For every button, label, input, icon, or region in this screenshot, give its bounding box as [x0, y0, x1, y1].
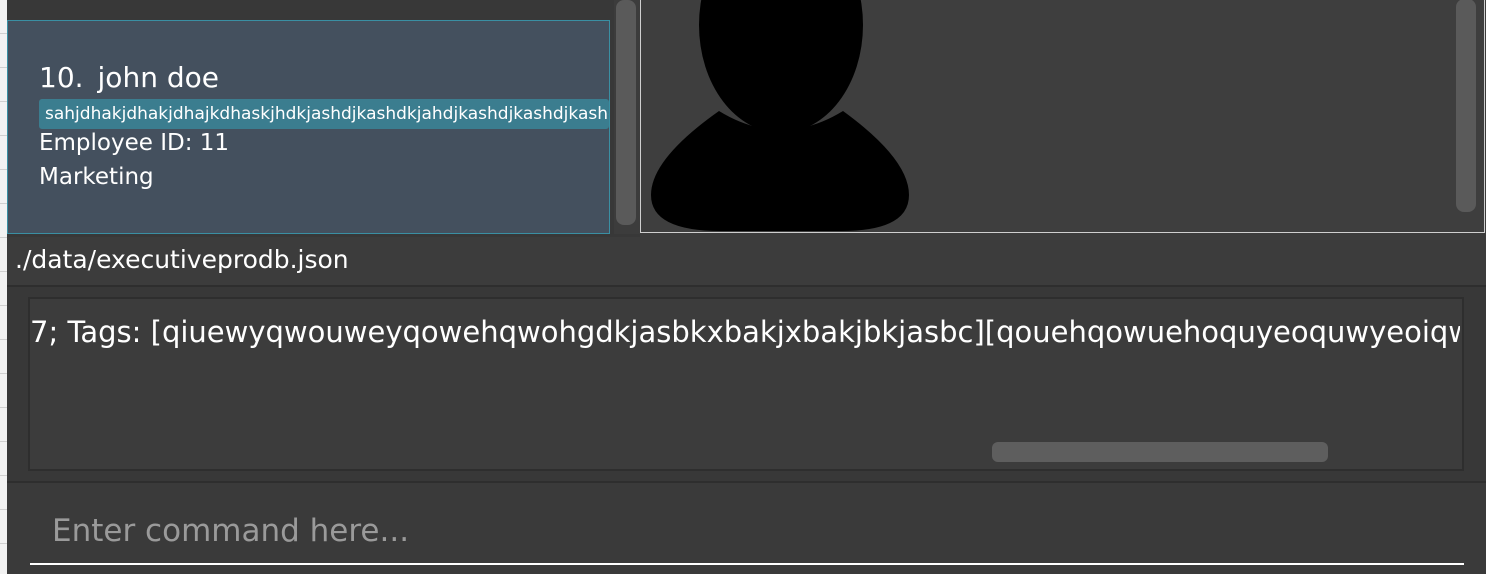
- background-window-edge: [0, 0, 7, 574]
- person-card-title: 10. john doe: [39, 61, 219, 94]
- detail-scrollbar-thumb[interactable]: [1456, 0, 1476, 212]
- status-bar: ./data/executiveprodb.json: [7, 237, 1486, 285]
- person-list-panel: 10. john doe sahjdhakjdhakjdhajkdhaskjhdk…: [7, 0, 640, 237]
- command-box-panel: [7, 483, 1486, 574]
- command-input[interactable]: [30, 499, 1464, 565]
- app-window: 10. john doe sahjdhakjdhakjdhajkdhaskjhdk…: [7, 0, 1486, 574]
- person-employee-id: Employee ID: 11: [39, 130, 230, 156]
- person-index: 10.: [39, 61, 84, 94]
- person-card[interactable]: 10. john doe sahjdhakjdhakjdhajkdhaskjhdk…: [7, 20, 610, 234]
- result-horizontal-scrollbar-thumb[interactable]: [992, 442, 1328, 462]
- person-name: john doe: [97, 61, 219, 94]
- person-silhouette-icon: [651, 0, 909, 231]
- person-detail-panel: [640, 0, 1485, 233]
- person-department: Marketing: [39, 164, 154, 190]
- result-display-panel: 7; Tags: [qiuewyqwouweyqowehqwohgdkjasbk…: [7, 285, 1486, 483]
- person-list-scrollbar-thumb[interactable]: [616, 0, 636, 225]
- result-display-box[interactable]: 7; Tags: [qiuewyqwouweyqowehqwohgdkjasbk…: [28, 297, 1464, 471]
- person-tag: sahjdhakjdhakjdhajkdhaskjhdkjashdjkashdk…: [39, 99, 609, 129]
- save-location-path: ./data/executiveprodb.json: [15, 245, 349, 274]
- result-message: 7; Tags: [qiuewyqwouweyqowehqwohgdkjasbk…: [30, 315, 1460, 349]
